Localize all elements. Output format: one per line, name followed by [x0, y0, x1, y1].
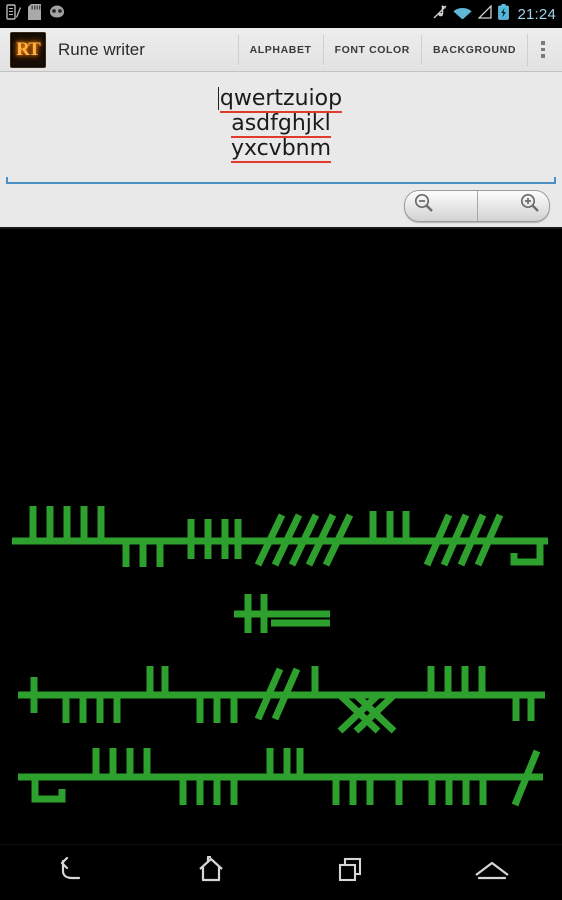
overflow-dot [541, 47, 545, 52]
nav-home-button[interactable] [166, 850, 256, 896]
rune-drawing [12, 506, 548, 807]
overflow-menu-icon[interactable] [527, 33, 558, 66]
text-line-3: yxcvbnm [230, 136, 332, 163]
editor-panel: qwertzuiop asdfghjkl yxcvbnm [0, 72, 562, 184]
zoom-controls[interactable] [404, 189, 550, 222]
chevron-up-icon [473, 858, 511, 887]
status-bar-clock: 21:24 [517, 5, 556, 23]
back-arrow-icon [55, 856, 85, 888]
rune-canvas[interactable] [0, 229, 562, 844]
app-logo-text: RT [16, 39, 41, 60]
notepad-icon [6, 3, 21, 25]
action-bar: RT Rune writer ALPHABET FONT COLOR BACKG… [0, 28, 562, 72]
text-line-2-value: asdfghjkl [231, 111, 331, 138]
overflow-dot [541, 54, 545, 58]
battery-charging-icon [498, 3, 510, 25]
menu-item-font-color[interactable]: FONT COLOR [322, 34, 421, 65]
wifi-icon [453, 5, 473, 24]
app-logo-icon[interactable]: RT [10, 31, 46, 68]
overflow-dot [541, 41, 545, 45]
menu-item-background[interactable]: BACKGROUND [421, 34, 527, 65]
cyanogenmod-icon [48, 5, 66, 23]
text-line-1: qwertzuiop [217, 86, 343, 113]
magnifier-minus-icon [413, 192, 435, 219]
status-bar-system-icons: 21:24 [432, 3, 556, 25]
recents-icon [336, 856, 366, 889]
cell-signal-icon [477, 3, 493, 24]
zoom-in-button[interactable] [478, 191, 550, 221]
nav-menu-button[interactable] [447, 850, 537, 896]
text-input[interactable]: qwertzuiop asdfghjkl yxcvbnm [6, 86, 556, 184]
text-cursor [217, 87, 220, 110]
magnifier-plus-icon [519, 192, 541, 219]
sd-card-icon [28, 3, 41, 25]
status-bar-notification-icons [6, 3, 66, 25]
nav-recents-button[interactable] [306, 850, 396, 896]
text-line-1-value: qwertzuiop [219, 86, 343, 113]
nav-back-button[interactable] [25, 850, 115, 896]
home-icon [196, 855, 226, 889]
zoom-controls-row [0, 184, 562, 229]
text-line-3-value: yxcvbnm [230, 136, 332, 163]
ringer-muted-icon [432, 4, 447, 25]
text-input-content: qwertzuiop asdfghjkl yxcvbnm [6, 86, 556, 163]
zoom-out-button[interactable] [405, 190, 478, 221]
status-bar[interactable]: 21:24 [0, 0, 562, 28]
menu-item-alphabet[interactable]: ALPHABET [237, 34, 323, 65]
app-title: Rune writer [58, 39, 145, 59]
text-line-2: asdfghjkl [231, 111, 331, 138]
navigation-bar [0, 844, 562, 900]
